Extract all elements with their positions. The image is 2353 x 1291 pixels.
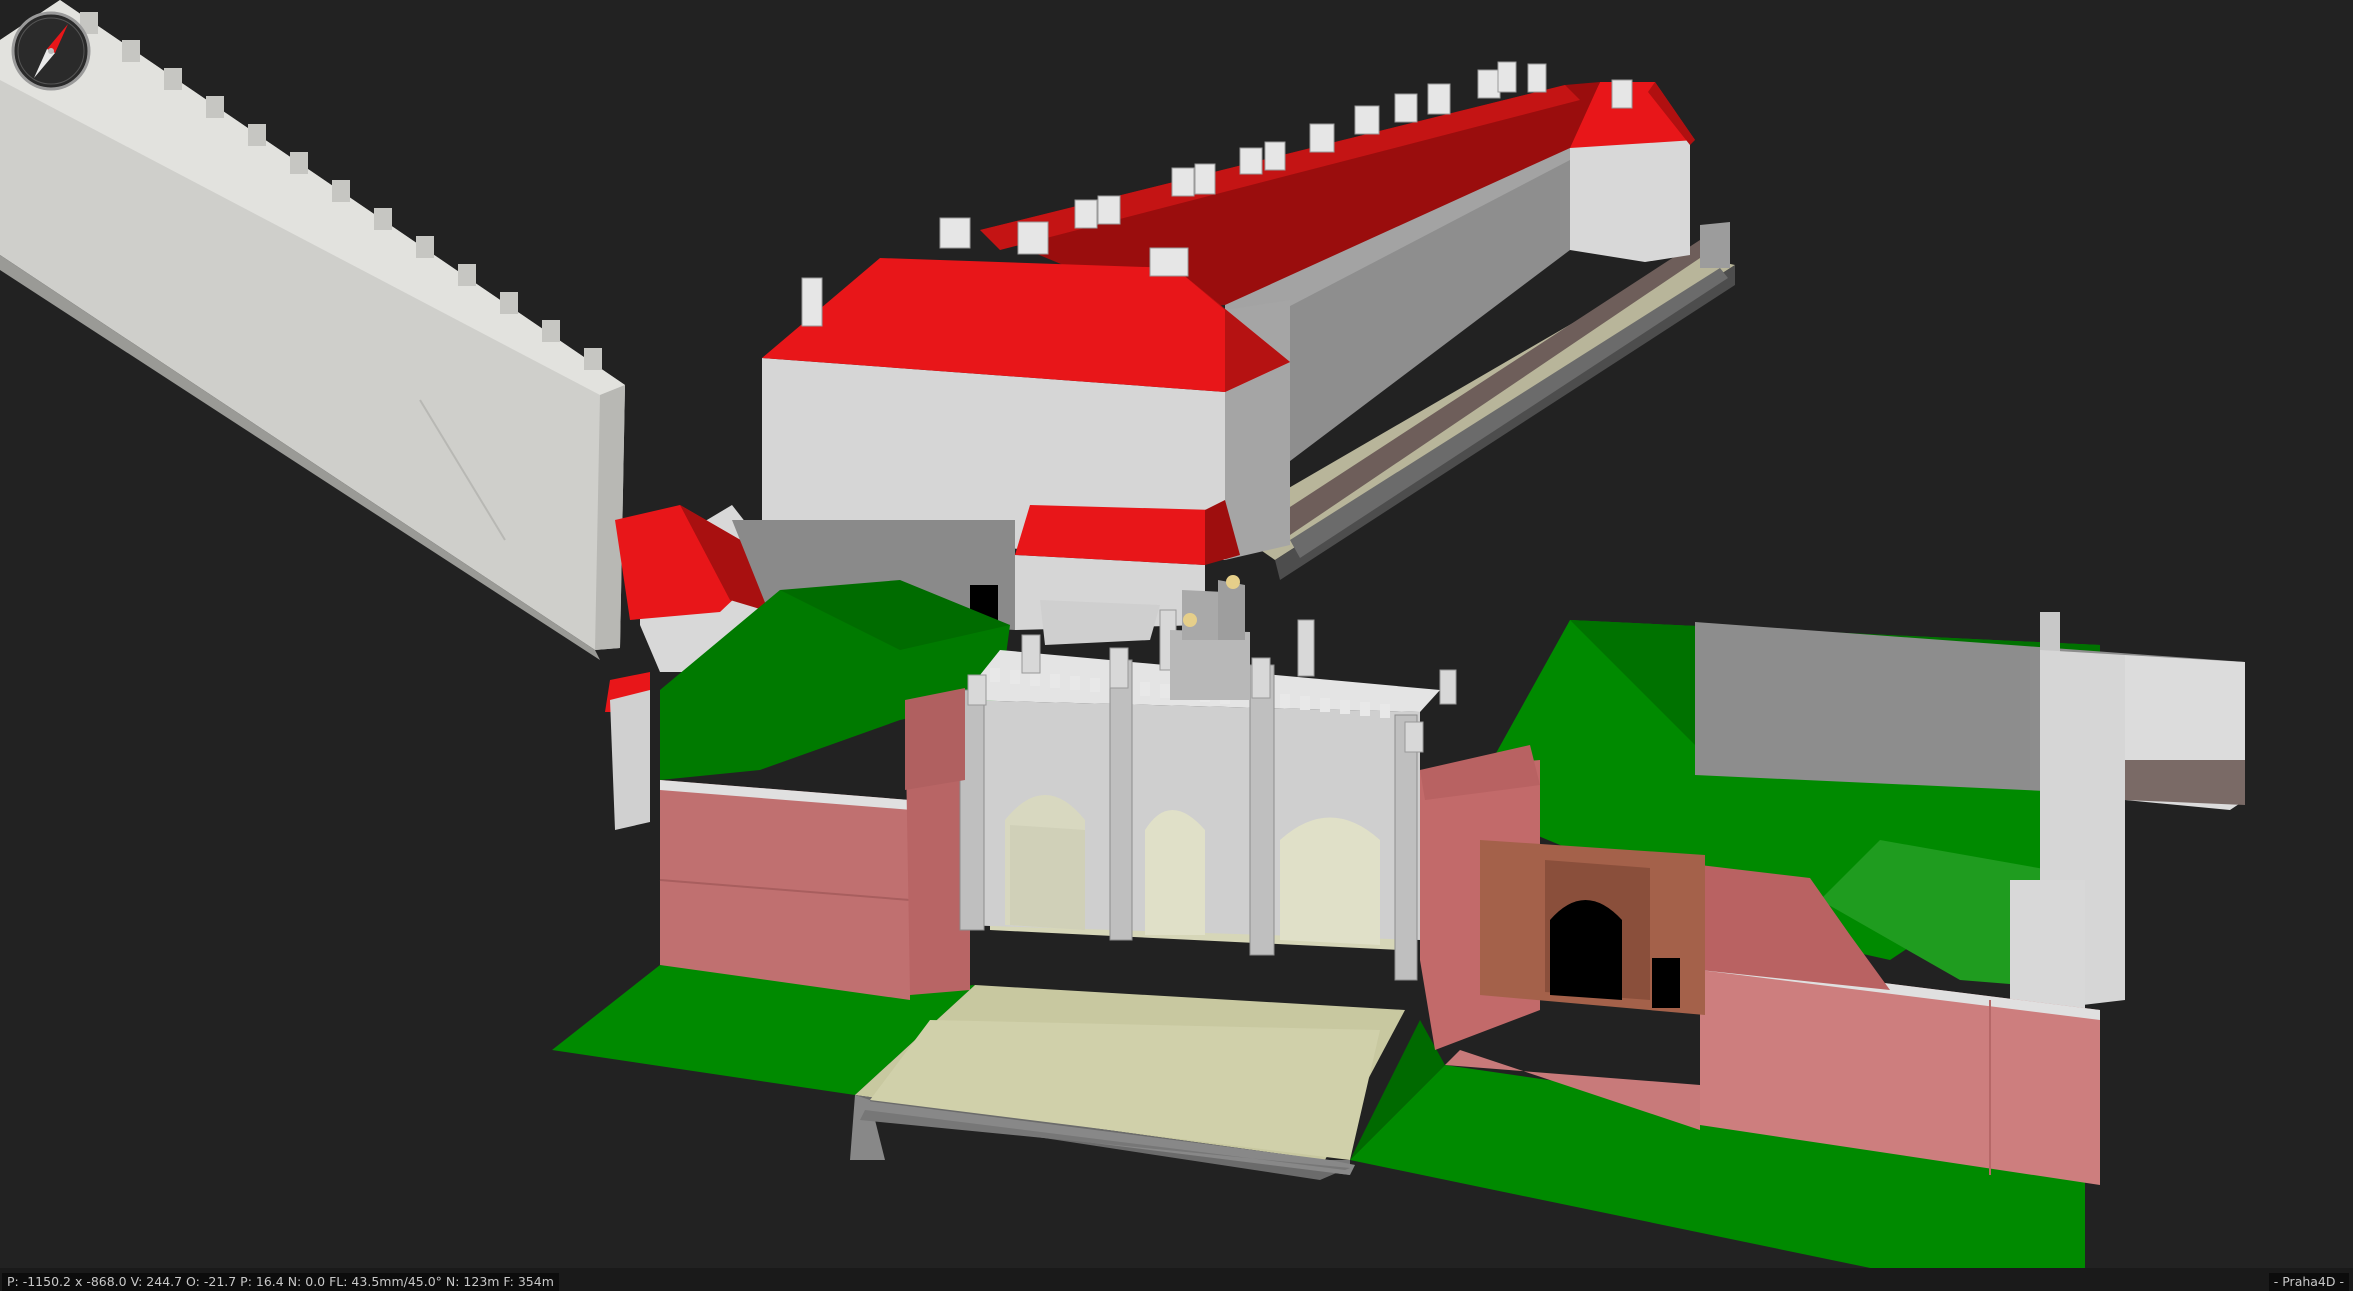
status-bar: P: -1150.2 x -868.0 V: 244.7 O: -21.7 P:… [0,1268,2353,1291]
barracks-building [762,61,1735,580]
compass-icon[interactable] [10,10,92,92]
app-name-label: - Praha4D - [2268,1273,2349,1291]
city-wall [0,0,625,660]
scene-render[interactable] [0,0,2353,1268]
3d-viewport[interactable] [0,0,2353,1291]
camera-readout: P: -1150.2 x -868.0 V: 244.7 O: -21.7 P:… [2,1273,559,1291]
